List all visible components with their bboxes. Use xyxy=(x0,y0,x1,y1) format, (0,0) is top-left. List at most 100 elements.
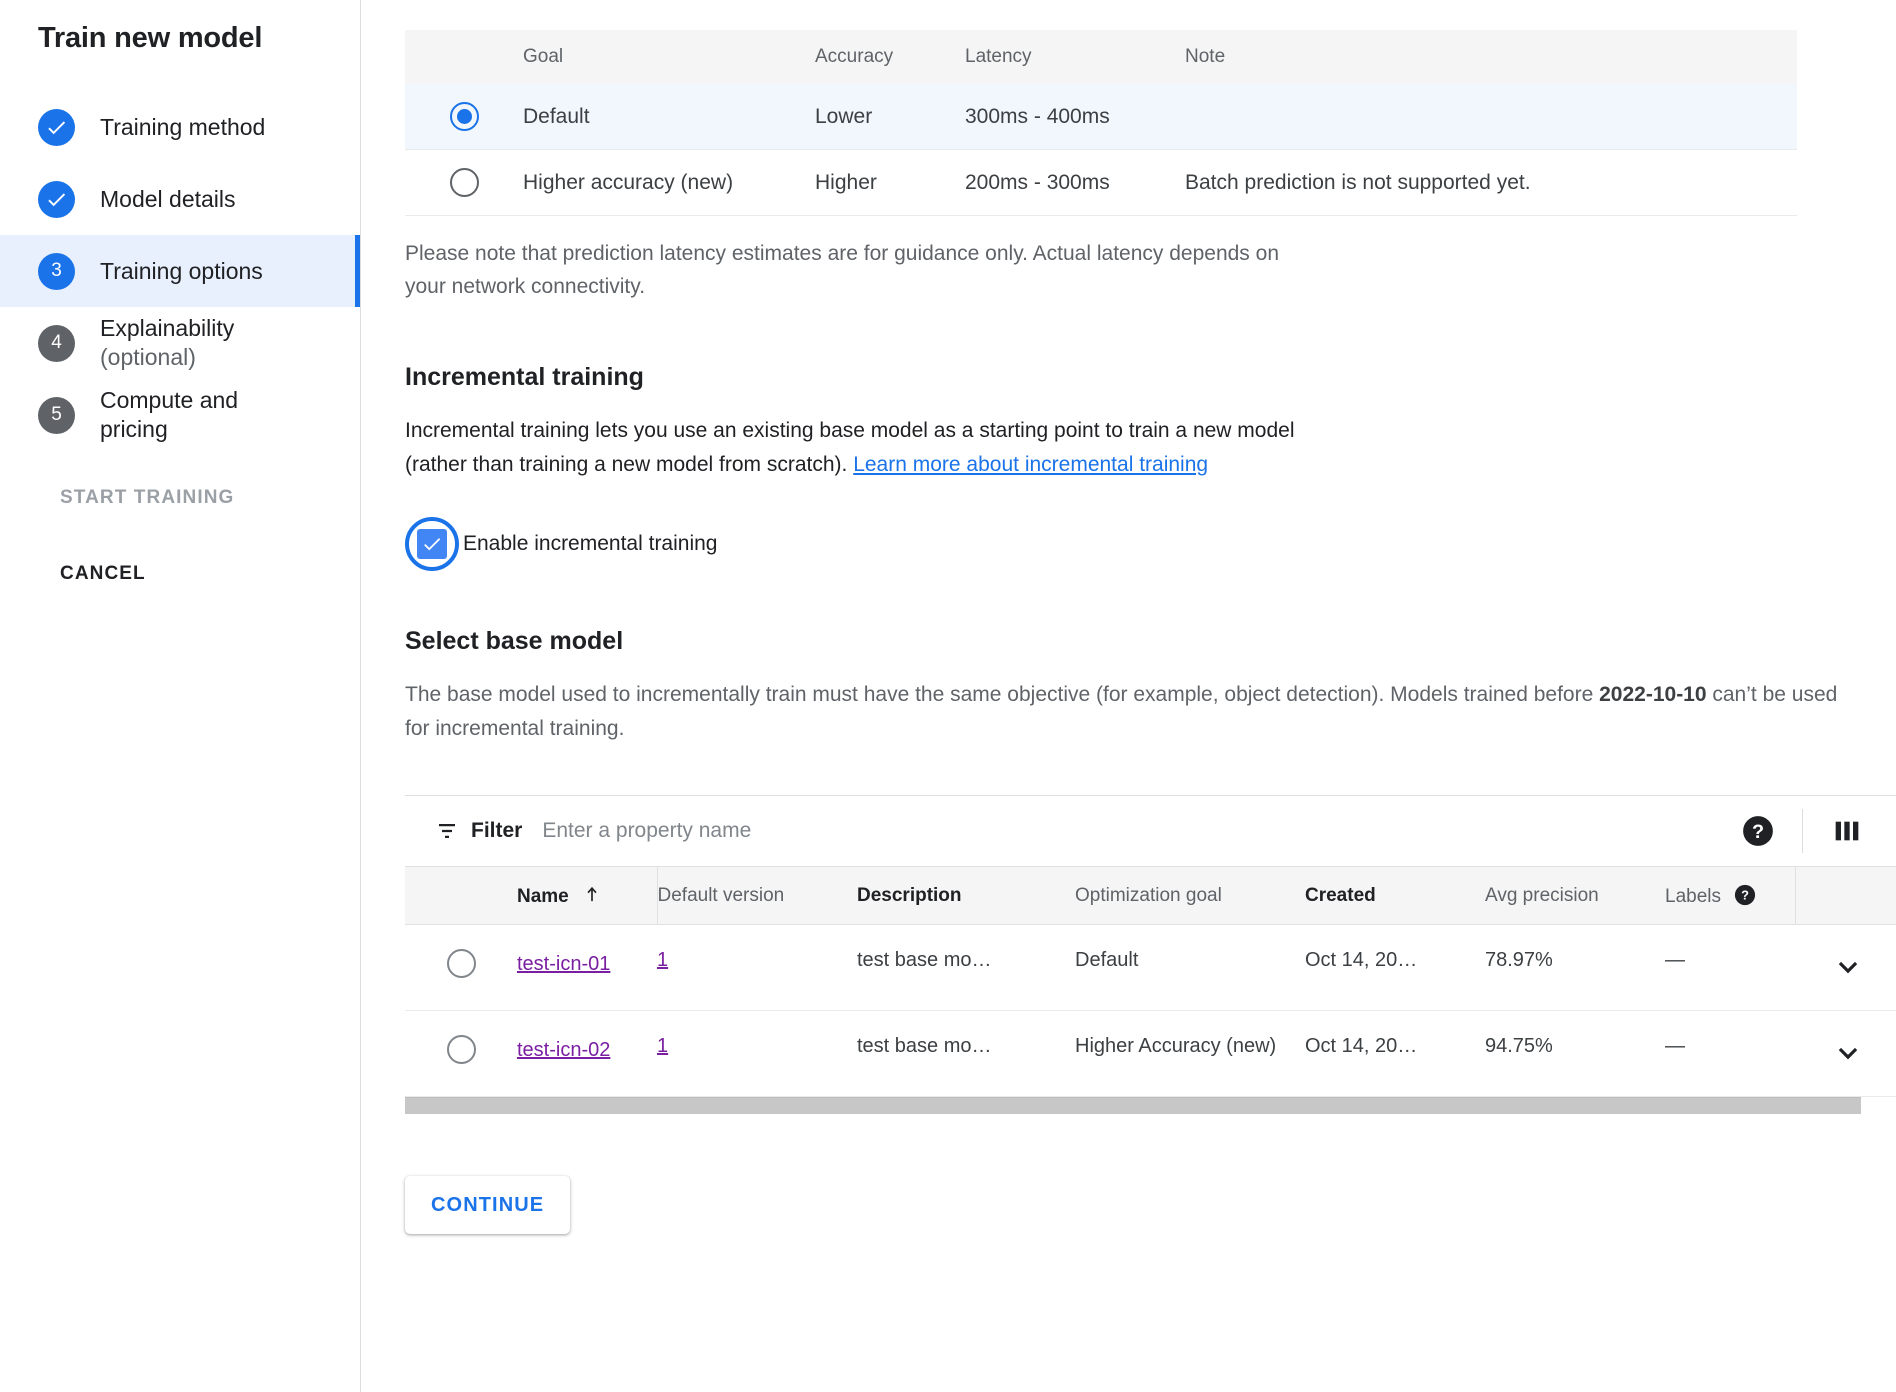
models-header-created[interactable]: Created xyxy=(1305,867,1485,925)
models-table-header: Name Default version Description Optimiz… xyxy=(405,867,1896,925)
table-row[interactable]: Higher accuracy (new) Higher 200ms - 300… xyxy=(405,150,1797,216)
model-row-labels: — xyxy=(1665,1011,1795,1097)
radio-button-default[interactable] xyxy=(450,102,479,131)
models-header-select xyxy=(405,867,517,925)
sidebar-item-label-main: Explainability xyxy=(100,315,234,341)
model-row-avg-precision: 94.75% xyxy=(1485,1011,1665,1097)
model-row-select-cell[interactable] xyxy=(405,925,517,1011)
check-icon xyxy=(421,533,443,555)
base-model-list: Filter Enter a property name ? xyxy=(405,795,1896,1097)
model-row-description: test base mo… xyxy=(857,1011,1075,1097)
sidebar-item-explainability[interactable]: 4 Explainability (optional) xyxy=(0,307,360,379)
model-row-labels: — xyxy=(1665,925,1795,1011)
model-row-optimization-goal: Higher Accuracy (new) xyxy=(1075,1011,1305,1097)
help-icon: ? xyxy=(1741,814,1775,848)
goal-table-body: Default Lower 300ms - 400ms Higher accur… xyxy=(405,84,1797,216)
model-row-name-cell: test-icn-01 xyxy=(517,925,657,1011)
start-training-button[interactable]: START TRAINING xyxy=(0,487,360,509)
sidebar-item-label: Compute and pricing xyxy=(100,386,300,444)
enable-incremental-training-row[interactable]: Enable incremental training xyxy=(405,517,1860,571)
radio-button-test-icn-02[interactable] xyxy=(447,1035,476,1064)
column-settings-button[interactable] xyxy=(1819,803,1875,859)
models-header-optimization-goal[interactable]: Optimization goal xyxy=(1075,867,1305,925)
models-header-labels-label: Labels xyxy=(1665,886,1721,907)
radio-button-higher-accuracy[interactable] xyxy=(450,168,479,197)
step-number-badge: 5 xyxy=(38,397,75,434)
base-model-cutoff-date: 2022-10-10 xyxy=(1599,683,1706,706)
table-row[interactable]: test-icn-01 1 test base mo… Default Oct … xyxy=(405,925,1896,1011)
select-base-model-description: The base model used to incrementally tra… xyxy=(405,678,1860,745)
enable-incremental-training-label: Enable incremental training xyxy=(463,532,717,556)
models-header-name[interactable]: Name xyxy=(517,867,657,925)
goal-row-latency: 300ms - 400ms xyxy=(965,84,1185,150)
models-header-expand xyxy=(1795,867,1896,925)
table-row[interactable]: Default Lower 300ms - 400ms xyxy=(405,84,1797,150)
table-row[interactable]: test-icn-02 1 test base mo… Higher Accur… xyxy=(405,1011,1896,1097)
help-icon[interactable]: ? xyxy=(1734,884,1756,906)
filter-bar: Filter Enter a property name ? xyxy=(405,796,1896,866)
incremental-training-description: Incremental training lets you use an exi… xyxy=(405,414,1310,481)
chevron-down-icon[interactable] xyxy=(1831,1035,1865,1069)
optimization-goal-table: Goal Accuracy Latency Note Default Lower… xyxy=(405,30,1797,216)
chevron-down-icon[interactable] xyxy=(1831,949,1865,983)
step-number-badge: 3 xyxy=(38,253,75,290)
models-header-avg-precision[interactable]: Avg precision xyxy=(1485,867,1665,925)
models-header-default-version[interactable]: Default version xyxy=(657,867,857,925)
filter-icon[interactable] xyxy=(435,819,459,843)
model-row-avg-precision: 78.97% xyxy=(1485,925,1665,1011)
learn-more-incremental-training-link[interactable]: Learn more about incremental training xyxy=(853,453,1208,476)
goal-row-note xyxy=(1185,84,1797,150)
latency-disclaimer: Please note that prediction latency esti… xyxy=(405,238,1285,303)
train-new-model-wizard: Train new model Training method Model de… xyxy=(0,0,1896,1392)
help-button[interactable]: ? xyxy=(1730,803,1786,859)
model-version-link[interactable]: 1 xyxy=(657,1035,668,1057)
model-row-expand-cell[interactable] xyxy=(1795,925,1896,1011)
radio-button-test-icn-01[interactable] xyxy=(447,949,476,978)
model-version-link[interactable]: 1 xyxy=(657,949,668,971)
goal-header-select xyxy=(405,30,523,84)
models-table-body: test-icn-01 1 test base mo… Default Oct … xyxy=(405,925,1896,1097)
cancel-button[interactable]: CANCEL xyxy=(0,563,360,585)
goal-row-select-cell[interactable] xyxy=(405,84,523,150)
base-model-description-part1: The base model used to incrementally tra… xyxy=(405,683,1599,706)
model-row-expand-cell[interactable] xyxy=(1795,1011,1896,1097)
model-row-created: Oct 14, 20… xyxy=(1305,925,1485,1011)
wizard-sidebar: Train new model Training method Model de… xyxy=(0,0,361,1392)
sidebar-item-label: Model details xyxy=(100,185,236,214)
base-models-table: Name Default version Description Optimiz… xyxy=(405,866,1896,1097)
goal-row-accuracy: Higher xyxy=(815,150,965,216)
training-options-panel: Goal Accuracy Latency Note Default Lower… xyxy=(361,0,1896,1392)
horizontal-scrollbar[interactable] xyxy=(405,1097,1861,1114)
sidebar-item-compute-and-pricing[interactable]: 5 Compute and pricing xyxy=(0,379,360,451)
svg-text:?: ? xyxy=(1752,822,1764,844)
model-name-link[interactable]: test-icn-01 xyxy=(517,949,610,979)
model-row-select-cell[interactable] xyxy=(405,1011,517,1097)
models-header-labels[interactable]: Labels ? xyxy=(1665,867,1795,925)
goal-row-accuracy: Lower xyxy=(815,84,965,150)
check-icon xyxy=(38,109,75,146)
model-name-link[interactable]: test-icn-02 xyxy=(517,1035,610,1065)
toolbar-divider xyxy=(1802,809,1803,853)
model-row-default-version: 1 xyxy=(657,925,857,1011)
filter-label: Filter xyxy=(471,819,522,843)
incremental-training-heading: Incremental training xyxy=(405,363,1860,392)
goal-header-goal: Goal xyxy=(523,30,815,84)
goal-row-latency: 200ms - 300ms xyxy=(965,150,1185,216)
sidebar-item-label-optional: (optional) xyxy=(100,343,234,372)
goal-row-goal: Higher accuracy (new) xyxy=(523,150,815,216)
step-number-badge: 4 xyxy=(38,325,75,362)
continue-button[interactable]: CONTINUE xyxy=(405,1176,570,1234)
goal-row-select-cell[interactable] xyxy=(405,150,523,216)
sidebar-item-label: Explainability (optional) xyxy=(100,314,234,372)
checkbox-focus-ring xyxy=(405,517,459,571)
enable-incremental-training-checkbox[interactable] xyxy=(417,529,447,559)
sidebar-item-training-method[interactable]: Training method xyxy=(0,91,360,163)
model-row-optimization-goal: Default xyxy=(1075,925,1305,1011)
svg-text:?: ? xyxy=(1741,888,1749,903)
models-header-description[interactable]: Description xyxy=(857,867,1075,925)
sort-ascending-icon xyxy=(582,884,602,904)
sidebar-item-training-options[interactable]: 3 Training options xyxy=(0,235,360,307)
filter-input[interactable]: Enter a property name xyxy=(542,819,751,843)
list-toolbar-actions: ? xyxy=(1730,796,1875,866)
sidebar-item-model-details[interactable]: Model details xyxy=(0,163,360,235)
